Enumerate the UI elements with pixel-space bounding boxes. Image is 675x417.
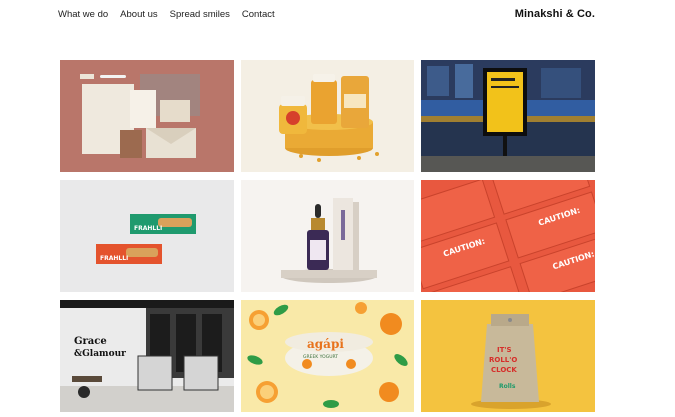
portfolio-tile-supplements[interactable] (241, 60, 414, 172)
portfolio-tile-salon[interactable]: Grace &Glamour (60, 300, 234, 412)
portfolio-tile-stationery[interactable] (60, 60, 234, 172)
nav-what-we-do[interactable]: What we do (58, 9, 108, 20)
yogurt-image: agápi GREEK YOGURT (241, 300, 414, 412)
top-nav: What we do About us Spread smiles Contac… (58, 9, 275, 20)
paper-bag-image: IT'S ROLL'O CLOCK Rolls (421, 300, 595, 412)
greek-yogurt-text: GREEK YOGURT (303, 354, 338, 360)
nav-contact[interactable]: Contact (242, 9, 275, 20)
supplement-image (241, 60, 414, 172)
grace-text: Grace (74, 336, 107, 347)
frahlli-label-red: FRAHLLI (100, 255, 128, 262)
glamour-text: &Glamour (74, 349, 126, 359)
billboard-image (421, 60, 595, 172)
rolls-text: Rolls (499, 383, 516, 390)
portfolio-grid: FRAHLLI FRAHLLI CAUTION: CAUTION: CAUTIO… (60, 60, 595, 412)
portfolio-tile-yogurt[interactable]: agápi GREEK YOGURT (241, 300, 414, 412)
portfolio-tile-billboard[interactable] (421, 60, 595, 172)
clock-text: CLOCK (491, 366, 517, 374)
stationery-image (60, 60, 234, 172)
agapi-text: agápi (307, 337, 344, 351)
brand-logo[interactable]: Minakshi & Co. (515, 8, 595, 20)
portfolio-tile-dropper-bottle[interactable] (241, 180, 414, 292)
salon-image: Grace &Glamour (60, 300, 234, 412)
caution-boxes-image: CAUTION: CAUTION: CAUTION: (421, 180, 595, 292)
frahlli-label-green: FRAHLLI (134, 225, 162, 232)
nav-spread-smiles[interactable]: Spread smiles (170, 9, 230, 20)
snack-wrapper-image: FRAHLLI FRAHLLI (60, 180, 234, 292)
portfolio-tile-paper-bag[interactable]: IT'S ROLL'O CLOCK Rolls (421, 300, 595, 412)
rollo-text: ROLL'O (489, 356, 517, 364)
nav-about-us[interactable]: About us (120, 9, 158, 20)
portfolio-tile-caution-boxes[interactable]: CAUTION: CAUTION: CAUTION: (421, 180, 595, 292)
dropper-bottle-image (241, 180, 414, 292)
portfolio-tile-snack-wrappers[interactable]: FRAHLLI FRAHLLI (60, 180, 234, 292)
its-text: IT'S (497, 346, 512, 354)
